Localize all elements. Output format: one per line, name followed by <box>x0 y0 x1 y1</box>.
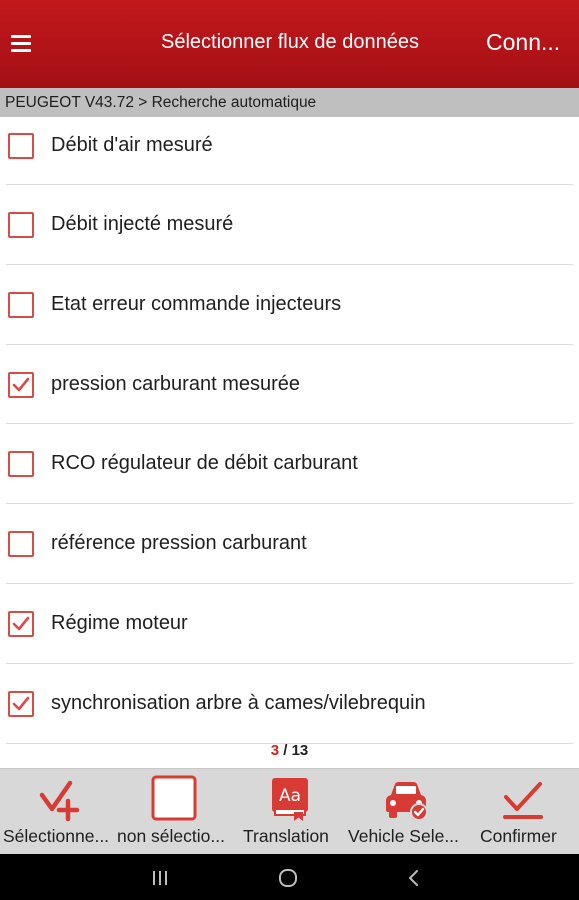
item-label: Régime moteur <box>51 611 188 634</box>
car-check-icon <box>386 782 428 821</box>
list-item[interactable]: référence pression carburant <box>0 504 579 584</box>
checkbox[interactable] <box>8 690 34 717</box>
page-indicator: 3 / 13 <box>0 742 579 759</box>
checkbox[interactable] <box>8 212 34 238</box>
recent-apps-icon[interactable] <box>150 869 170 887</box>
item-label: référence pression carburant <box>51 532 307 555</box>
deselect-label: non sélectio... <box>117 826 225 846</box>
page-title: Sélectionner flux de données <box>161 31 419 53</box>
list-item[interactable]: Débit injecté mesuré <box>0 185 579 265</box>
checkbox[interactable] <box>8 371 34 398</box>
current-page: 3 <box>270 742 280 759</box>
bottom-toolbar: Sélectionne... non sélectio... Aa Transl… <box>0 768 579 854</box>
check-plus-icon <box>39 780 80 822</box>
app-bar: Sélectionner flux de données Conn... <box>0 0 579 88</box>
list-item[interactable]: RCO régulateur de débit carburant <box>0 424 579 505</box>
checkbox[interactable] <box>8 133 34 159</box>
translation-button[interactable]: Aa Translation <box>238 769 343 855</box>
list-item[interactable]: Etat erreur commande injecteurs <box>0 265 579 345</box>
vehicle-select-button[interactable]: Vehicle Sele... <box>343 769 469 855</box>
page-separator: / <box>283 742 288 759</box>
check-underline-icon <box>503 782 543 819</box>
select-all-label: Sélectionne... <box>3 826 110 846</box>
checkbox[interactable] <box>8 291 34 318</box>
item-label: pression carburant mesurée <box>51 372 301 395</box>
hamburger-menu-icon[interactable] <box>8 26 38 58</box>
item-label: Etat erreur commande injecteurs <box>51 292 342 315</box>
checkmark-icon <box>12 696 30 711</box>
total-pages: 13 <box>291 742 309 759</box>
list-item[interactable]: pression carburant mesurée <box>0 345 579 425</box>
system-nav-bar <box>0 854 579 900</box>
list-item[interactable]: synchronisation arbre à cames/vilebrequi… <box>0 664 579 744</box>
checkbox[interactable] <box>8 610 34 637</box>
item-label: Débit injecté mesuré <box>51 213 234 235</box>
back-icon[interactable] <box>406 868 422 888</box>
checkmark-icon <box>12 377 30 391</box>
checkmark-icon <box>12 616 30 631</box>
vehicle-select-label: Vehicle Sele... <box>348 826 459 846</box>
item-label: synchronisation arbre à cames/vilebrequi… <box>51 691 426 714</box>
translate-book-icon: Aa <box>272 778 308 821</box>
list-item[interactable]: Régime moteur <box>0 584 579 664</box>
deselect-button[interactable]: non sélectio... <box>115 769 235 855</box>
confirm-label: Confirmer <box>480 826 557 846</box>
list-item[interactable]: Débit d'air mesuré <box>0 117 579 185</box>
empty-square-icon <box>151 775 197 821</box>
breadcrumb: PEUGEOT V43.72 > Recherche automatique <box>0 88 579 117</box>
confirm-button[interactable]: Confirmer <box>470 769 579 855</box>
home-icon[interactable] <box>277 867 299 889</box>
data-stream-list: Débit d'air mesuré Débit injecté mesuré … <box>0 117 579 744</box>
select-all-button[interactable]: Sélectionne... <box>0 769 115 855</box>
item-label: RCO régulateur de débit carburant <box>51 452 358 475</box>
item-label: Débit d'air mesuré <box>51 134 213 156</box>
translate-icon-text: Aa <box>279 786 301 806</box>
connect-button[interactable]: Conn... <box>486 29 560 56</box>
checkbox[interactable] <box>8 531 34 558</box>
checkbox[interactable] <box>8 451 34 478</box>
translation-label: Translation <box>243 826 329 846</box>
